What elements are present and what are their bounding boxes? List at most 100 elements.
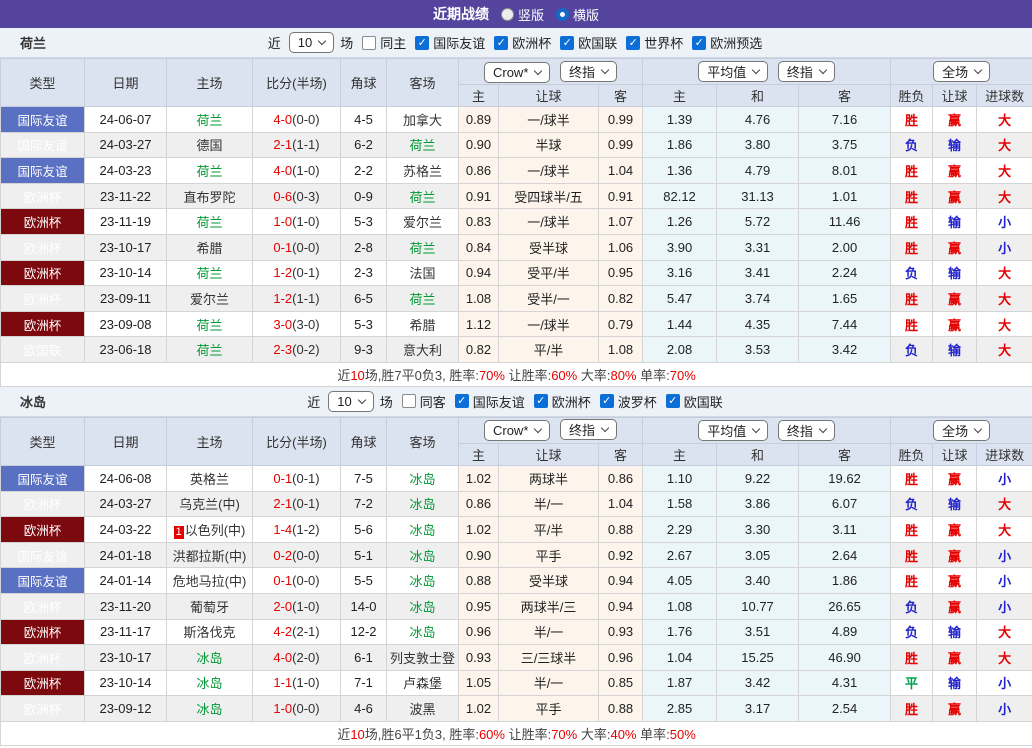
competition-type-badge: 欧国联 <box>0 336 85 363</box>
full-time-score: 2-1 <box>273 496 293 512</box>
odds-time-select-value: 终指 <box>569 423 596 439</box>
handicap-line: 一/球半 <box>498 157 599 184</box>
full-time-score: 4-0 <box>273 162 293 178</box>
competition-label: 世界杯 <box>644 36 684 51</box>
handicap-odds-home: 0.90 <box>458 541 499 569</box>
match-count-select[interactable]: 10 <box>328 390 374 412</box>
period-select[interactable]: 全场 <box>933 61 991 82</box>
competition-checkbox[interactable]: ✓ <box>533 394 548 409</box>
matches-table: 类型 日期 主场 比分(半场) 角球 客场 Crow* 终指 平均值 终指 全场… <box>0 58 1032 387</box>
competition-checkbox[interactable]: ✓ <box>454 394 469 409</box>
full-time-score: 0-1 <box>273 470 293 486</box>
radio-selected-icon[interactable] <box>556 7 569 21</box>
handicap-odds-home: 1.02 <box>458 695 499 722</box>
result-handicap: 赢 <box>932 541 978 569</box>
away-team-name: 荷兰 <box>409 138 436 154</box>
unit-label: 场 <box>379 394 393 410</box>
average-time-select[interactable]: 终指 <box>777 61 835 82</box>
radio-vertical-layout[interactable]: 竖版 <box>500 5 544 24</box>
avg-odds-away: 2.54 <box>798 695 892 722</box>
summary-text-segment: 60% <box>478 726 505 742</box>
handicap-line: 两球半/三 <box>498 592 599 620</box>
chevron-down-icon <box>600 424 610 433</box>
result-goals: 小 <box>976 592 1032 620</box>
competition-checkbox[interactable]: ✓ <box>599 394 614 409</box>
score-cell: 4-0(0-0) <box>252 106 341 133</box>
handicap-odds-home: 0.86 <box>458 490 499 518</box>
handicap-odds-group-header: Crow* 终指 <box>457 58 644 85</box>
result-win-lose: 胜 <box>890 157 934 184</box>
score-cell: 0-1(0-1) <box>252 464 341 492</box>
competition-checkbox[interactable]: ✓ <box>415 35 430 50</box>
competition-type-badge: 欧洲杯 <box>0 182 85 210</box>
result-handicap: 赢 <box>932 464 978 492</box>
average-select[interactable]: 平均值 <box>698 419 769 441</box>
handicap-line: 受四球半/五 <box>498 182 599 210</box>
avg-odds-away: 26.65 <box>798 592 892 620</box>
handicap-line: 受平/半 <box>498 259 599 287</box>
competition-label: 欧洲预选 <box>710 36 763 51</box>
col-header-type: 类型 <box>0 58 85 107</box>
match-row: 欧洲杯 23-09-11 爱尔兰 1-2(1-1) 6-5 荷兰 1.08 受半/一 0.82 5… <box>0 285 1032 312</box>
avg-odds-away: 2.00 <box>798 233 892 261</box>
competition-checkbox[interactable]: ✓ <box>560 35 575 50</box>
home-team-name: 荷兰 <box>196 343 223 359</box>
competition-type-badge: 欧洲杯 <box>0 208 85 235</box>
avg-odds-away: 19.62 <box>798 464 892 492</box>
competition-type-badge: 国际友谊 <box>0 157 85 184</box>
match-row: 国际友谊 24-03-23 荷兰 4-0(1-0) 2-2 苏格兰 0.86 一/球半 1.04… <box>0 157 1032 184</box>
same-venue-checkbox[interactable] <box>362 35 377 50</box>
avg-odds-away: 1.01 <box>798 182 892 210</box>
period-select[interactable]: 全场 <box>933 419 991 441</box>
odds-time-select[interactable]: 终指 <box>560 60 618 82</box>
avg-odds-away: 6.07 <box>798 490 892 518</box>
col-header-away: 客场 <box>386 416 459 466</box>
handicap-line: 两球半 <box>498 464 599 492</box>
corner-count: 4-6 <box>340 695 387 722</box>
result-group-header: 全场 <box>890 58 1032 85</box>
handicap-odds-away: 1.04 <box>597 490 644 518</box>
handicap-odds-away: 1.07 <box>597 208 644 235</box>
competition-checkbox[interactable]: ✓ <box>692 35 707 50</box>
average-time-select[interactable]: 终指 <box>777 419 835 441</box>
summary-text-segment: 70% <box>669 367 696 383</box>
result-goals: 大 <box>976 618 1032 646</box>
handicap-odds-home: 0.93 <box>458 644 499 671</box>
radio-unselected-icon[interactable] <box>500 7 514 21</box>
avg-odds-home: 2.67 <box>642 541 718 569</box>
avg-odds-home: 5.47 <box>642 285 718 312</box>
bookmaker-select[interactable]: Crow* <box>483 420 551 442</box>
same-venue-checkbox[interactable] <box>401 394 416 409</box>
competition-checkbox[interactable]: ✓ <box>665 394 680 409</box>
avg-odds-draw: 3.05 <box>716 541 800 569</box>
competition-checkbox[interactable]: ✓ <box>494 35 509 50</box>
sub-header-win-lose: 胜负 <box>890 84 934 107</box>
handicap-line: 平手 <box>498 541 599 569</box>
score-cell: 1-2(1-1) <box>252 285 341 312</box>
match-count-select[interactable]: 10 <box>288 32 335 53</box>
match-date: 23-11-22 <box>84 182 167 210</box>
avg-odds-draw: 4.79 <box>716 157 800 184</box>
avg-odds-draw: 3.80 <box>716 131 800 159</box>
handicap-line: 一/球半 <box>498 208 599 235</box>
radio-horizontal-layout[interactable]: 横版 <box>556 5 599 24</box>
result-handicap: 输 <box>932 259 978 287</box>
odds-time-select[interactable]: 终指 <box>560 419 618 441</box>
result-handicap: 输 <box>932 208 978 235</box>
full-time-score: 2-1 <box>273 137 293 153</box>
competition-checkbox[interactable]: ✓ <box>626 35 641 50</box>
avg-odds-home: 3.16 <box>642 259 718 287</box>
competition-type-badge: 欧洲杯 <box>0 669 85 697</box>
away-team-cell: 荷兰 <box>386 233 459 261</box>
half-time-score: (3-0) <box>292 316 320 332</box>
home-team-cell: 英格兰 <box>166 464 253 492</box>
home-team-cell: 洪都拉斯(中) <box>166 541 253 569</box>
bookmaker-select[interactable]: Crow* <box>483 61 551 83</box>
match-date: 23-09-12 <box>84 695 167 722</box>
average-select[interactable]: 平均值 <box>698 61 769 82</box>
competition-type-badge: 欧洲杯 <box>0 516 85 543</box>
match-row: 国际友谊 24-03-27 德国 2-1(1-1) 6-2 荷兰 0.90 半球 0.99 1.8… <box>0 131 1032 159</box>
col-header-home: 主场 <box>166 58 253 107</box>
avg-odds-draw: 3.86 <box>716 490 800 518</box>
handicap-odds-home: 0.89 <box>458 106 499 133</box>
